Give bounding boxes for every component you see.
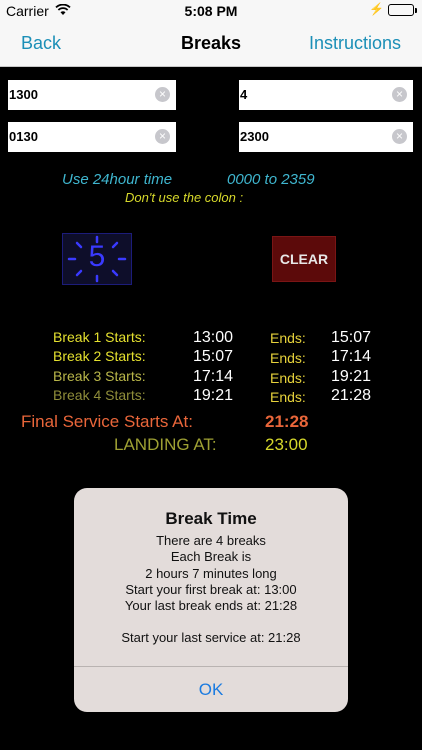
break-1-ends-label: Ends: xyxy=(270,330,306,346)
landing-time-field[interactable]: × xyxy=(239,122,413,152)
landing-label: LANDING AT: xyxy=(114,435,217,454)
break-1-label: Break 1 Starts: xyxy=(53,329,146,345)
break-count-field[interactable]: × xyxy=(239,80,413,110)
break-2-ends-label: Ends: xyxy=(270,350,306,366)
clock: 5:08 PM xyxy=(184,3,238,19)
break-2-end: 17:14 xyxy=(331,348,372,365)
navigation-bar: Back Breaks Instructions xyxy=(0,22,422,67)
alert-line-first-break: Start your first break at: 13:00 xyxy=(125,582,297,597)
alert-line-duration: 2 hours 7 minutes long xyxy=(145,566,277,581)
break-4-end: 21:28 xyxy=(331,387,372,404)
alert-line-breaks: There are 4 breaks xyxy=(156,533,266,548)
break-2-label: Break 2 Starts: xyxy=(53,348,146,364)
status-bar: Carrier 5:08 PM ⚡ xyxy=(0,0,422,22)
duration-field[interactable]: × xyxy=(8,122,176,152)
break-count-value: 5 xyxy=(88,240,106,273)
time-format-hint: Use 24hour time xyxy=(62,171,173,188)
instructions-button[interactable]: Instructions xyxy=(309,33,401,54)
battery-icon xyxy=(388,4,417,16)
break-time-alert: Break Time There are 4 breaks Each Break… xyxy=(74,488,348,712)
break-4-label: Break 4 Starts: xyxy=(53,387,146,403)
break-1-start: 13:00 xyxy=(193,329,234,346)
break-3-end: 19:21 xyxy=(331,368,372,385)
start-time-input[interactable] xyxy=(8,80,139,108)
break-3-start: 17:14 xyxy=(193,368,234,385)
break-4-start: 19:21 xyxy=(193,387,234,404)
landing-value: 23:00 xyxy=(265,435,308,454)
break-1-end: 15:07 xyxy=(331,329,372,346)
colon-hint: Don't use the colon : xyxy=(125,190,244,205)
alert-title: Break Time xyxy=(165,509,257,528)
alert-line-last-break: Your last break ends at: 21:28 xyxy=(124,598,298,613)
alert-line-last-service: Start your last service at: 21:28 xyxy=(121,630,301,645)
landing-time-input[interactable] xyxy=(239,122,370,150)
break-count-display[interactable]: 5 xyxy=(62,233,132,285)
charging-icon: ⚡ xyxy=(369,2,384,16)
final-service-value: 21:28 xyxy=(265,412,309,431)
alert-line-each: Each Break is xyxy=(170,549,252,564)
break-2-start: 15:07 xyxy=(193,348,234,365)
clear-field-icon[interactable]: × xyxy=(392,129,407,144)
clear-field-icon[interactable]: × xyxy=(155,129,170,144)
time-range-hint: 0000 to 2359 xyxy=(227,171,315,188)
duration-input[interactable] xyxy=(8,122,139,150)
break-3-ends-label: Ends: xyxy=(270,370,306,386)
break-count-input[interactable] xyxy=(239,80,370,108)
clear-button[interactable]: CLEAR xyxy=(272,236,336,282)
ok-button[interactable]: OK xyxy=(74,680,348,700)
break-3-label: Break 3 Starts: xyxy=(53,368,146,384)
final-service-label: Final Service Starts At: xyxy=(21,412,193,431)
clear-field-icon[interactable]: × xyxy=(392,87,407,102)
clear-field-icon[interactable]: × xyxy=(155,87,170,102)
alert-divider xyxy=(74,666,348,667)
start-time-field[interactable]: × xyxy=(8,80,176,110)
break-4-ends-label: Ends: xyxy=(270,389,306,405)
